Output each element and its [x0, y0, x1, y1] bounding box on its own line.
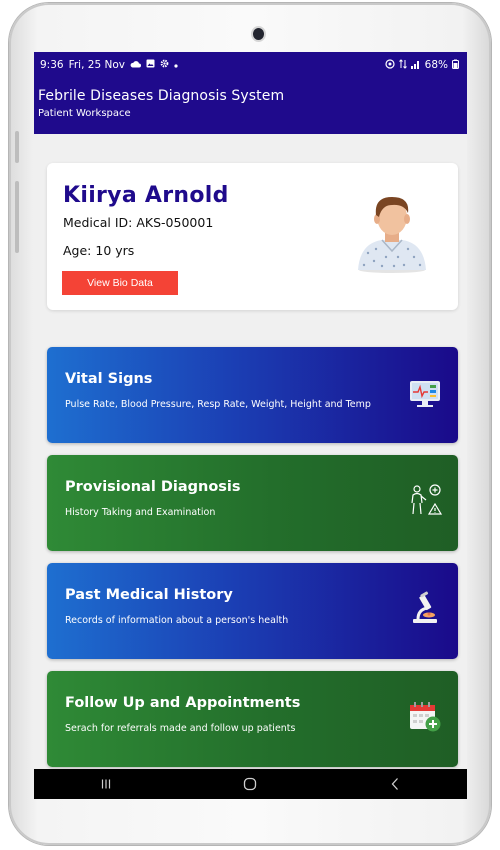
- card-title: Vital Signs: [65, 371, 153, 387]
- card-subtitle: Records of information about a person's …: [65, 615, 289, 626]
- status-date: Fri, 25 Nov: [68, 59, 125, 71]
- patient-medical-id: Medical ID: AKS-050001: [63, 215, 214, 230]
- card-subtitle: Serach for referrals made and follow up …: [65, 723, 296, 734]
- settings-gear-icon: [160, 59, 169, 71]
- card-title: Provisional Diagnosis: [65, 479, 241, 495]
- power-button: [15, 181, 19, 253]
- screen: 9:36 Fri, 25 Nov 68% Febrile Diseases Di…: [34, 52, 467, 799]
- hotspot-icon: [385, 58, 395, 72]
- vital-signs-card[interactable]: Vital Signs Pulse Rate, Blood Pressure, …: [47, 347, 458, 443]
- card-subtitle: Pulse Rate, Blood Pressure, Resp Rate, W…: [65, 399, 371, 410]
- patient-age: Age: 10 yrs: [63, 243, 135, 258]
- signal-icon: [410, 59, 421, 72]
- status-bar: 9:36 Fri, 25 Nov 68%: [40, 58, 459, 72]
- status-time: 9:36: [40, 59, 64, 71]
- card-subtitle: History Taking and Examination: [65, 507, 216, 518]
- battery-icon: [452, 59, 459, 72]
- calendar-add-icon: [408, 699, 442, 733]
- recent-apps-icon[interactable]: [86, 773, 126, 795]
- monitor-vitals-icon: [408, 375, 442, 409]
- patient-profile-card: Kiirya Arnold Medical ID: AKS-050001 Age…: [47, 163, 458, 310]
- follow-up-appointments-card[interactable]: Follow Up and Appointments Serach for re…: [47, 671, 458, 767]
- gallery-icon: [146, 59, 155, 71]
- app-subtitle: Patient Workspace: [38, 108, 131, 119]
- volume-button: [15, 131, 19, 163]
- patient-diagnosis-icon: [408, 483, 443, 517]
- cloud-icon: [130, 59, 141, 71]
- android-nav-bar: [34, 769, 467, 799]
- battery-percent: 68%: [424, 59, 448, 71]
- patient-avatar-icon: [352, 191, 432, 273]
- front-camera: [253, 28, 264, 40]
- card-title: Past Medical History: [65, 587, 233, 603]
- mobile-data-icon: [398, 58, 407, 72]
- app-title: Febrile Diseases Diagnosis System: [38, 88, 285, 104]
- app-bar: 9:36 Fri, 25 Nov 68% Febrile Diseases Di…: [34, 52, 467, 134]
- home-icon[interactable]: [230, 773, 270, 795]
- view-bio-data-button[interactable]: View Bio Data: [62, 271, 178, 295]
- back-icon[interactable]: [375, 773, 415, 795]
- provisional-diagnosis-card[interactable]: Provisional Diagnosis History Taking and…: [47, 455, 458, 551]
- notification-dot-icon: [174, 59, 178, 71]
- card-title: Follow Up and Appointments: [65, 695, 301, 711]
- microscope-icon: [408, 591, 442, 625]
- past-medical-history-card[interactable]: Past Medical History Records of informat…: [47, 563, 458, 659]
- patient-name: Kiirya Arnold: [63, 183, 229, 208]
